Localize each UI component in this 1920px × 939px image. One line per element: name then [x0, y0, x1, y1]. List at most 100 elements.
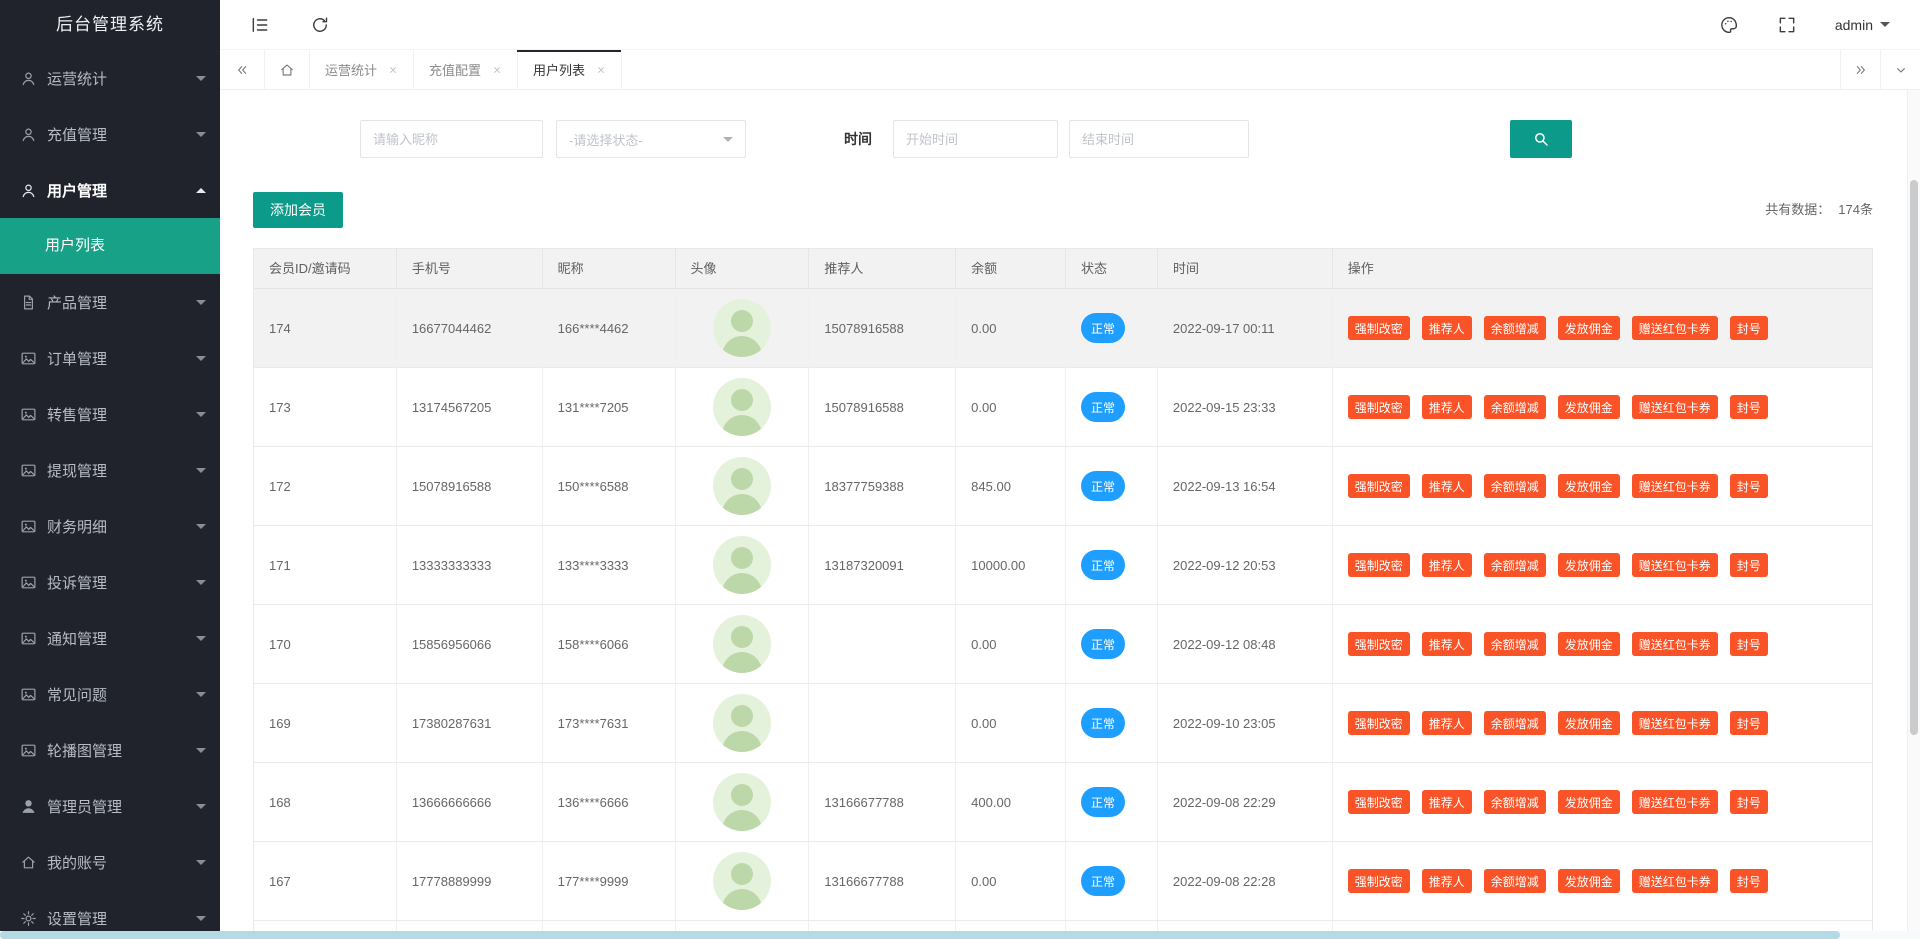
action-button[interactable]: 推荐人: [1422, 632, 1472, 656]
action-button[interactable]: 强制改密: [1348, 790, 1410, 814]
action-button[interactable]: 封号: [1730, 869, 1768, 893]
action-button[interactable]: 推荐人: [1422, 711, 1472, 735]
tabs-forward-button[interactable]: [1840, 50, 1880, 89]
sidebar-item[interactable]: 管理员管理: [0, 778, 220, 834]
action-button[interactable]: 推荐人: [1422, 316, 1472, 340]
action-button[interactable]: 强制改密: [1348, 395, 1410, 419]
tabs-collapse-button[interactable]: [220, 50, 265, 89]
action-button[interactable]: 发放佣金: [1558, 790, 1620, 814]
action-button[interactable]: 推荐人: [1422, 869, 1472, 893]
nickname-input[interactable]: [360, 120, 543, 158]
sidebar-item[interactable]: 用户管理: [0, 162, 220, 218]
status-badge[interactable]: 正常: [1081, 629, 1125, 659]
action-button[interactable]: 发放佣金: [1558, 869, 1620, 893]
time-label: 时间: [844, 120, 872, 158]
action-button[interactable]: 发放佣金: [1558, 553, 1620, 577]
action-button[interactable]: 封号: [1730, 632, 1768, 656]
action-button[interactable]: 赠送红包卡券: [1632, 790, 1718, 814]
sidebar-item[interactable]: 我的账号: [0, 834, 220, 890]
action-button[interactable]: 赠送红包卡券: [1632, 316, 1718, 340]
sidebar-item[interactable]: 充值管理: [0, 106, 220, 162]
status-badge[interactable]: 正常: [1081, 787, 1125, 817]
end-time-input[interactable]: [1069, 120, 1249, 158]
action-button[interactable]: 赠送红包卡券: [1632, 395, 1718, 419]
action-button[interactable]: 强制改密: [1348, 632, 1410, 656]
action-button[interactable]: 赠送红包卡券: [1632, 553, 1718, 577]
action-button[interactable]: 发放佣金: [1558, 632, 1620, 656]
action-button[interactable]: 余额增减: [1484, 553, 1546, 577]
status-badge[interactable]: 正常: [1081, 471, 1125, 501]
tab[interactable]: 充值配置: [414, 50, 518, 89]
sidebar-subitem[interactable]: 用户列表: [0, 218, 220, 274]
sidebar-item[interactable]: 轮播图管理: [0, 722, 220, 778]
status-badge[interactable]: 正常: [1081, 313, 1125, 343]
search-button[interactable]: [1510, 120, 1572, 158]
action-button[interactable]: 封号: [1730, 553, 1768, 577]
table-body: 17416677044462166****4462150789165880.00…: [254, 289, 1872, 939]
action-button[interactable]: 推荐人: [1422, 790, 1472, 814]
action-button[interactable]: 强制改密: [1348, 711, 1410, 735]
action-button[interactable]: 余额增减: [1484, 632, 1546, 656]
action-button[interactable]: 封号: [1730, 395, 1768, 419]
tab-home[interactable]: [265, 50, 310, 89]
tab[interactable]: 用户列表: [518, 50, 622, 89]
tab[interactable]: 运营统计: [310, 50, 414, 89]
action-button[interactable]: 余额增减: [1484, 316, 1546, 340]
close-icon[interactable]: [596, 65, 606, 75]
action-button[interactable]: 赠送红包卡券: [1632, 632, 1718, 656]
action-button[interactable]: 封号: [1730, 711, 1768, 735]
action-button[interactable]: 余额增减: [1484, 395, 1546, 419]
action-button[interactable]: 推荐人: [1422, 553, 1472, 577]
action-button[interactable]: 发放佣金: [1558, 316, 1620, 340]
sidebar-item[interactable]: 产品管理: [0, 274, 220, 330]
close-icon[interactable]: [388, 65, 398, 75]
horizontal-scrollbar: [0, 931, 1920, 939]
palette-icon[interactable]: [1719, 15, 1739, 35]
fullscreen-icon[interactable]: [1777, 15, 1797, 35]
status-select[interactable]: -请选择状态-: [556, 120, 746, 158]
add-member-button[interactable]: 添加会员: [253, 192, 343, 228]
sidebar-item[interactable]: 运营统计: [0, 50, 220, 106]
menu-fold-icon[interactable]: [250, 15, 270, 35]
status-badge[interactable]: 正常: [1081, 392, 1125, 422]
status-badge[interactable]: 正常: [1081, 708, 1125, 738]
sidebar-item[interactable]: 财务明细: [0, 498, 220, 554]
status-badge[interactable]: 正常: [1081, 550, 1125, 580]
action-button[interactable]: 强制改密: [1348, 869, 1410, 893]
action-button[interactable]: 强制改密: [1348, 553, 1410, 577]
action-button[interactable]: 发放佣金: [1558, 395, 1620, 419]
column-header: 头像: [676, 249, 810, 288]
action-button[interactable]: 赠送红包卡券: [1632, 474, 1718, 498]
action-button[interactable]: 封号: [1730, 474, 1768, 498]
sidebar-item[interactable]: 常见问题: [0, 666, 220, 722]
action-button[interactable]: 赠送红包卡券: [1632, 711, 1718, 735]
sidebar-item[interactable]: 转售管理: [0, 386, 220, 442]
action-button[interactable]: 强制改密: [1348, 474, 1410, 498]
start-time-input[interactable]: [893, 120, 1058, 158]
action-button[interactable]: 封号: [1730, 316, 1768, 340]
action-button[interactable]: 发放佣金: [1558, 711, 1620, 735]
sidebar-item[interactable]: 通知管理: [0, 610, 220, 666]
image-icon: [20, 574, 37, 591]
action-button[interactable]: 推荐人: [1422, 474, 1472, 498]
status-badge[interactable]: 正常: [1081, 866, 1125, 896]
chevrons-right-icon: [1853, 62, 1869, 78]
action-button[interactable]: 赠送红包卡券: [1632, 869, 1718, 893]
action-button[interactable]: 余额增减: [1484, 474, 1546, 498]
action-button[interactable]: 余额增减: [1484, 790, 1546, 814]
action-button[interactable]: 余额增减: [1484, 711, 1546, 735]
sidebar-item[interactable]: 订单管理: [0, 330, 220, 386]
close-icon[interactable]: [492, 65, 502, 75]
horizontal-scrollbar-thumb[interactable]: [0, 931, 1840, 939]
sidebar-item[interactable]: 投诉管理: [0, 554, 220, 610]
tabs-menu-button[interactable]: [1880, 50, 1920, 89]
action-button[interactable]: 强制改密: [1348, 316, 1410, 340]
action-button[interactable]: 推荐人: [1422, 395, 1472, 419]
user-dropdown[interactable]: admin: [1835, 17, 1890, 33]
vertical-scrollbar-thumb[interactable]: [1910, 180, 1918, 735]
action-button[interactable]: 余额增减: [1484, 869, 1546, 893]
refresh-icon[interactable]: [310, 15, 330, 35]
action-button[interactable]: 封号: [1730, 790, 1768, 814]
action-button[interactable]: 发放佣金: [1558, 474, 1620, 498]
sidebar-item[interactable]: 提现管理: [0, 442, 220, 498]
